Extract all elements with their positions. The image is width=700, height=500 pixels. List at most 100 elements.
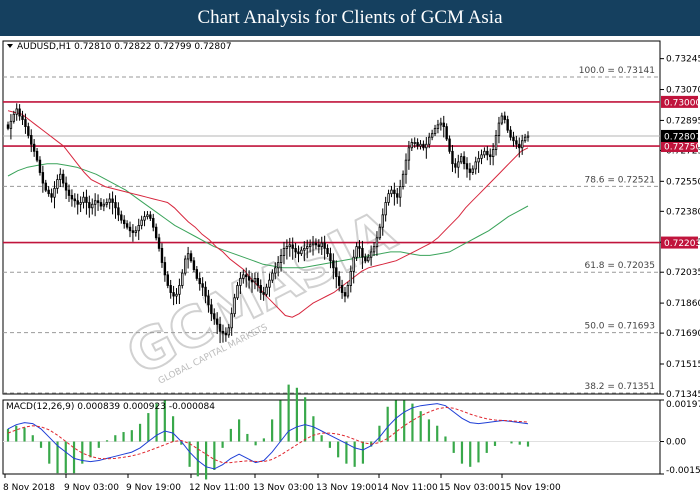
time-tick-label: 9 Nov 03:00 — [64, 483, 119, 493]
candle-body — [497, 122, 501, 136]
candle-body — [340, 285, 344, 293]
candle-body — [500, 115, 504, 124]
candle-body — [53, 187, 56, 198]
candle-body — [332, 260, 335, 269]
candle-body — [303, 247, 306, 251]
price-tick-label: 0.72895 — [666, 116, 700, 126]
candle-body — [76, 200, 79, 205]
candle-body — [474, 161, 477, 170]
macd-header: MACD(12,26,9) 0.000839 0.000923 -0.00008… — [6, 402, 215, 412]
current-price-label: 0.72807 — [664, 132, 700, 142]
candle-body — [346, 285, 350, 297]
candle-body — [192, 260, 196, 270]
candle-body — [509, 129, 512, 138]
candle-body — [445, 126, 448, 140]
candle-body — [35, 150, 39, 161]
price-tick-label: 0.71690 — [666, 329, 700, 339]
macd-tick-label: -0.00154 — [666, 466, 700, 476]
fib-label: 61.8 = 0.72035 — [584, 261, 655, 271]
candle-body — [428, 136, 431, 145]
candle-body — [32, 143, 36, 152]
candle-body — [15, 108, 18, 115]
candle-body — [99, 202, 103, 207]
candle-body — [178, 285, 181, 295]
candle-body — [477, 157, 480, 163]
candle-body — [131, 230, 135, 233]
candle-body — [523, 136, 527, 142]
candle-body — [111, 198, 114, 203]
candle-body — [163, 262, 167, 276]
candle-body — [242, 274, 245, 279]
candle-body — [457, 161, 460, 168]
candle-body — [157, 237, 161, 249]
level-price-label: 0.72750 — [664, 143, 700, 153]
candle-body — [372, 246, 376, 253]
candle-body — [154, 226, 158, 239]
candle-body — [172, 292, 175, 297]
candle-body — [317, 244, 321, 248]
candle-body — [285, 246, 289, 249]
candle-body — [398, 186, 402, 198]
candle-body — [410, 142, 413, 149]
candle-body — [186, 253, 190, 260]
candle-body — [454, 163, 457, 168]
candle-body — [105, 202, 108, 205]
candle-body — [355, 246, 358, 258]
candle-body — [337, 276, 341, 286]
candle-body — [314, 242, 318, 246]
candle-body — [38, 159, 42, 173]
candle-body — [459, 156, 463, 163]
candle-body — [515, 140, 518, 145]
candle-body — [491, 149, 495, 158]
candle-body — [59, 173, 62, 180]
candle-body — [67, 189, 71, 196]
price-tick-label: 0.71345 — [666, 390, 700, 400]
candle-body — [436, 124, 440, 129]
candle-body — [268, 279, 271, 288]
candle-body — [201, 283, 204, 288]
candle-body — [181, 272, 184, 286]
candle-body — [419, 143, 422, 147]
candle-body — [27, 126, 30, 136]
price-tick-label: 0.73070 — [666, 86, 700, 96]
fib-label: 100.0 = 0.73141 — [579, 66, 655, 76]
fib-label: 50.0 = 0.71693 — [584, 322, 655, 332]
candle-body — [276, 262, 280, 269]
candle-body — [335, 267, 338, 278]
candle-body — [218, 323, 222, 332]
candle-body — [279, 255, 283, 263]
candle-body — [195, 269, 199, 279]
candle-body — [152, 217, 155, 228]
candle-body — [210, 304, 213, 315]
candle-body — [189, 253, 193, 262]
candle-body — [358, 246, 361, 249]
candle-body — [297, 251, 300, 255]
candle-body — [24, 119, 27, 128]
candle-body — [166, 274, 169, 286]
candle-body — [134, 230, 138, 233]
candle-body — [230, 313, 233, 329]
candle-body — [117, 207, 120, 216]
time-tick-label: 12 Nov 11:00 — [189, 483, 250, 493]
candle-body — [378, 226, 382, 239]
candle-body — [120, 214, 123, 221]
candle-body — [198, 277, 201, 285]
candle-body — [518, 143, 521, 149]
macd-tick-label: 0.00 — [666, 438, 686, 448]
candle-body — [30, 135, 33, 145]
candle-body — [247, 276, 251, 281]
candle-body — [108, 198, 111, 203]
candle-body — [9, 120, 13, 129]
candle-body — [137, 225, 140, 232]
candle-body — [483, 150, 486, 156]
price-tick-label: 0.73245 — [666, 55, 700, 65]
candle-body — [82, 196, 85, 203]
candle-body — [439, 122, 443, 126]
chart-area: GCMASIA GLOBAL CAPITAL MARKETS 100.0 = 0.… — [0, 36, 700, 500]
candle-body — [245, 274, 248, 278]
candlestick-chart: GCMASIAGLOBAL CAPITAL MARKETS 100.0 = 0.… — [2, 40, 700, 493]
candle-body — [44, 182, 47, 191]
candle-body — [61, 173, 65, 184]
candle-body — [308, 244, 312, 248]
time-tick-label: 13 Nov 03:00 — [253, 483, 314, 493]
